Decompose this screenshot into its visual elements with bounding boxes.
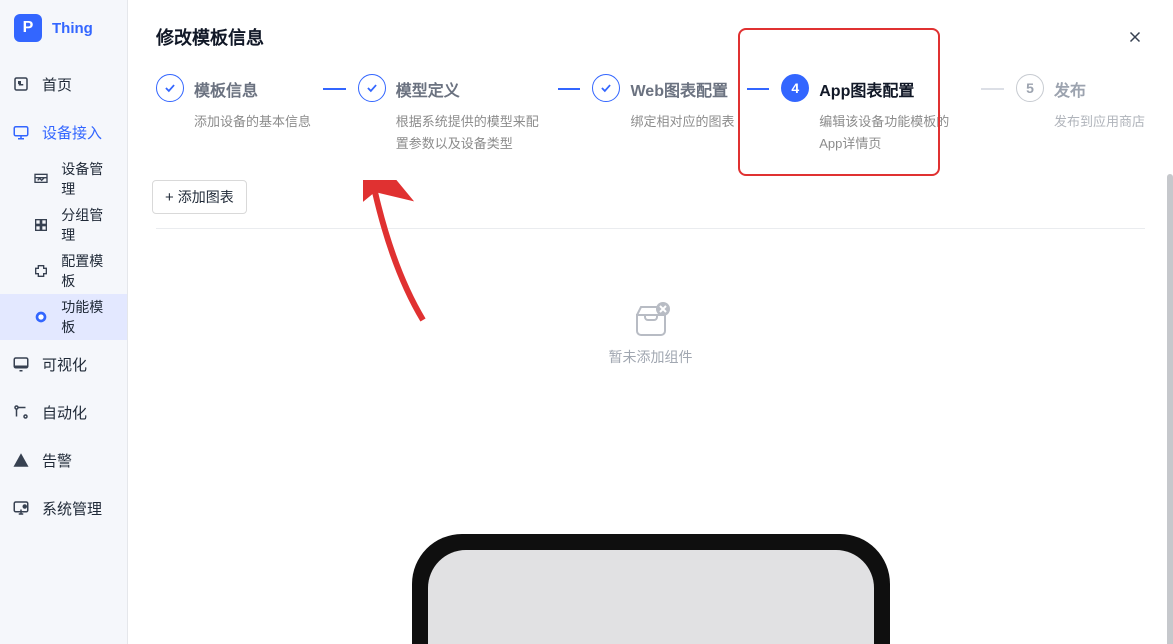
- nav-label: 可视化: [42, 354, 87, 375]
- divider: [156, 228, 1145, 229]
- step-title: 模型定义: [396, 74, 546, 101]
- grid-icon: [32, 216, 49, 234]
- nav-device-access[interactable]: 设备接入: [0, 108, 127, 156]
- phone-frame: [412, 534, 890, 644]
- modal-header: 修改模板信息: [128, 0, 1173, 50]
- nav-label: 系统管理: [42, 498, 102, 519]
- nav-label: 功能模板: [61, 297, 115, 337]
- step-title: Web图表配置: [630, 74, 734, 101]
- monitor-icon: [12, 355, 30, 373]
- nav-label: 分组管理: [61, 205, 115, 245]
- step-title: 模板信息: [194, 74, 311, 101]
- nav-label: 告警: [42, 450, 72, 471]
- check-icon: [592, 74, 620, 102]
- nav-home[interactable]: 首页: [0, 60, 127, 108]
- modal: 修改模板信息 模板信息 添加设备的基本信息: [128, 0, 1173, 644]
- close-button[interactable]: [1125, 27, 1145, 47]
- step-desc: 添加设备的基本信息: [194, 111, 311, 133]
- puzzle-icon: [32, 262, 49, 280]
- settings-icon: [12, 499, 30, 517]
- step-connector: [323, 88, 346, 90]
- plus-icon: +: [165, 190, 174, 205]
- add-chart-label: 添加图表: [178, 187, 234, 207]
- step-3[interactable]: Web图表配置 绑定相对应的图表: [592, 74, 734, 133]
- step-2[interactable]: 模型定义 根据系统提供的模型来配置参数以及设备类型: [358, 74, 546, 154]
- device-icon: [32, 170, 49, 188]
- close-icon: [1126, 28, 1144, 46]
- subnav-function-template[interactable]: 功能模板: [0, 294, 127, 340]
- highlight-annotation: [738, 28, 940, 176]
- empty-text: 暂未添加组件: [609, 347, 693, 367]
- steps: 模板信息 添加设备的基本信息 模型定义 根据系统提供的模型来配置参数以及设备类型: [128, 50, 1173, 172]
- empty-icon: [631, 301, 671, 337]
- nav-label: 设备接入: [42, 122, 102, 143]
- nav: 首页 设备接入 设备管理 分组管理: [0, 60, 127, 532]
- subnav-group-mgmt[interactable]: 分组管理: [0, 202, 127, 248]
- subnav-device-mgmt[interactable]: 设备管理: [0, 156, 127, 202]
- step-desc: 发布到应用商店: [1054, 111, 1145, 133]
- step-5[interactable]: 5 发布 发布到应用商店: [1016, 74, 1145, 133]
- subnav-config-template[interactable]: 配置模板: [0, 248, 127, 294]
- scrollbar[interactable]: [1167, 174, 1173, 644]
- nav-label: 自动化: [42, 402, 87, 423]
- alert-icon: [12, 451, 30, 469]
- step-connector: [558, 88, 581, 90]
- device-access-icon: [12, 123, 30, 141]
- nav-visual[interactable]: 可视化: [0, 340, 127, 388]
- add-chart-button[interactable]: + 添加图表: [152, 180, 247, 214]
- nav-automation[interactable]: 自动化: [0, 388, 127, 436]
- nav-sysmgmt[interactable]: 系统管理: [0, 484, 127, 532]
- step-number-icon: 5: [1016, 74, 1044, 102]
- check-icon: [156, 74, 184, 102]
- step-title: 发布: [1054, 74, 1145, 101]
- brand: P Thing: [0, 0, 127, 60]
- nav-label: 配置模板: [61, 251, 115, 291]
- check-icon: [358, 74, 386, 102]
- empty-state: 暂未添加组件: [156, 301, 1145, 367]
- step-connector: [981, 88, 1004, 90]
- content-area: + 添加图表 暂未添加组件: [128, 172, 1173, 644]
- nav-label: 设备管理: [61, 159, 115, 199]
- phone-screen: [428, 550, 874, 644]
- brand-logo: P: [14, 14, 42, 42]
- circle-icon: [32, 308, 49, 326]
- sidebar: P Thing 首页 设备接入 设备管理: [0, 0, 128, 644]
- step-1[interactable]: 模板信息 添加设备的基本信息: [156, 74, 311, 133]
- brand-name: Thing: [52, 20, 93, 37]
- step-desc: 绑定相对应的图表: [630, 111, 734, 133]
- nav-alert[interactable]: 告警: [0, 436, 127, 484]
- modal-title: 修改模板信息: [156, 24, 264, 50]
- home-icon: [12, 75, 30, 93]
- automation-icon: [12, 403, 30, 421]
- step-desc: 根据系统提供的模型来配置参数以及设备类型: [396, 111, 546, 154]
- nav-label: 首页: [42, 74, 72, 95]
